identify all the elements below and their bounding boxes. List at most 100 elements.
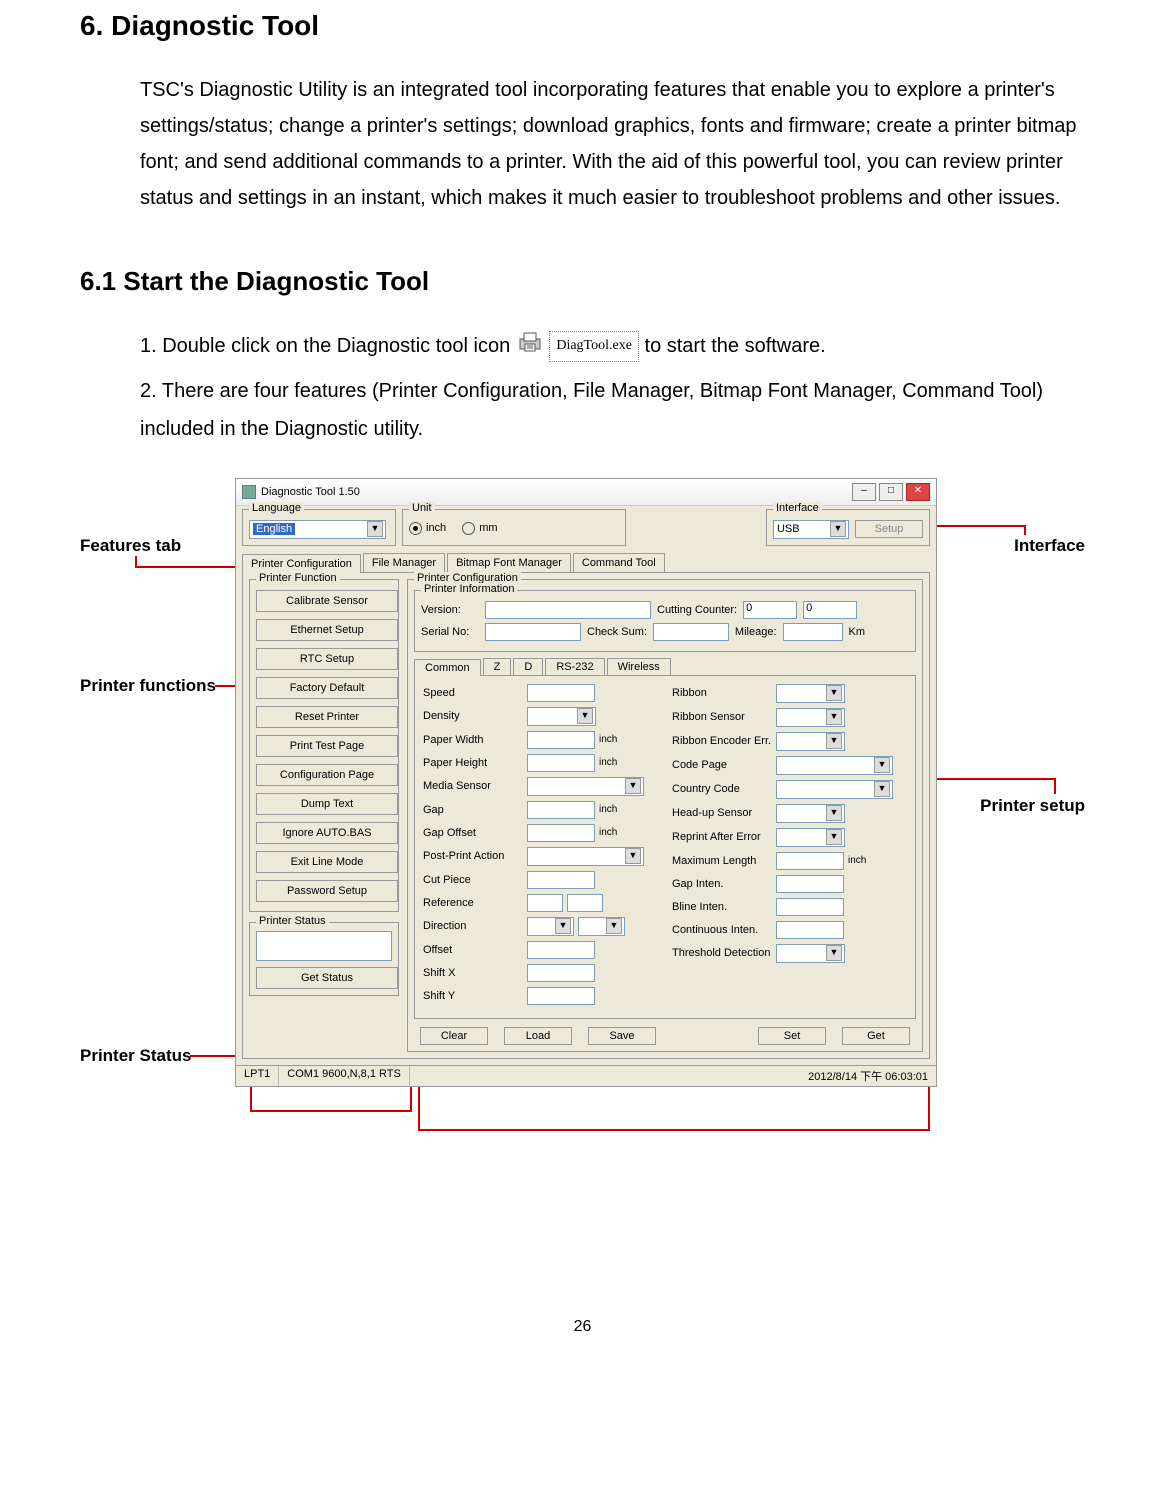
app-icon (242, 485, 256, 499)
combo-input[interactable]: ▼ (776, 804, 845, 823)
func-button[interactable]: Dump Text (256, 793, 398, 815)
tab-command-tool[interactable]: Command Tool (573, 553, 665, 572)
page-number: 26 (80, 1318, 1085, 1336)
text-input[interactable] (527, 684, 595, 702)
combo-input[interactable]: ▼ (527, 917, 574, 936)
interface-group: Interface USB▼ Setup (766, 509, 930, 546)
text-input[interactable] (527, 871, 595, 889)
subtab-rs232[interactable]: RS-232 (545, 658, 604, 675)
text-input[interactable] (776, 852, 844, 870)
clear-button[interactable]: Clear (420, 1027, 488, 1045)
text-input[interactable] (527, 894, 563, 912)
func-button[interactable]: Factory Default (256, 677, 398, 699)
tab-file-manager[interactable]: File Manager (363, 553, 445, 572)
func-button[interactable]: Print Test Page (256, 735, 398, 757)
text-input[interactable] (567, 894, 603, 912)
text-input[interactable] (527, 987, 595, 1005)
combo-input[interactable]: ▼ (776, 780, 893, 799)
minimize-button[interactable]: – (852, 483, 876, 501)
combo-input[interactable]: ▼ (578, 917, 625, 936)
tab-printer-configuration[interactable]: Printer Configuration (242, 554, 361, 573)
chevron-down-icon: ▼ (826, 733, 842, 749)
unit-label: inch (599, 804, 617, 815)
chevron-down-icon: ▼ (826, 685, 842, 701)
chevron-down-icon: ▼ (874, 757, 890, 773)
subtab-wireless[interactable]: Wireless (607, 658, 671, 675)
tab-bitmap-font-manager[interactable]: Bitmap Font Manager (447, 553, 571, 572)
text-input[interactable] (527, 824, 595, 842)
field-label: Shift X (423, 967, 523, 979)
interface-label: Interface (773, 502, 822, 514)
status-bar: LPT1 COM1 9600,N,8,1 RTS 2012/8/14 下午 06… (236, 1065, 936, 1086)
subtab-common[interactable]: Common (414, 659, 481, 676)
printer-information-group: Printer Information Version: Cutting Cou… (414, 590, 916, 652)
close-button[interactable]: ✕ (906, 483, 930, 501)
status-display (256, 931, 392, 961)
status-com: COM1 9600,N,8,1 RTS (279, 1066, 410, 1086)
cutting-counter-label: Cutting Counter: (657, 604, 737, 616)
func-button[interactable]: Ignore AUTO.BAS (256, 822, 398, 844)
maximize-button[interactable]: □ (879, 483, 903, 501)
chevron-down-icon: ▼ (826, 945, 842, 961)
cutting-counter-field-1: 0 (743, 601, 797, 619)
combo-input[interactable]: ▼ (776, 944, 845, 963)
text-input[interactable] (776, 898, 844, 916)
chevron-down-icon: ▼ (826, 805, 842, 821)
subtab-z[interactable]: Z (483, 658, 512, 675)
chevron-down-icon: ▼ (625, 778, 641, 794)
unit-inch-radio[interactable]: inch (409, 522, 446, 535)
interface-combo[interactable]: USB▼ (773, 520, 849, 539)
func-button[interactable]: Configuration Page (256, 764, 398, 786)
combo-input[interactable]: ▼ (776, 732, 845, 751)
printer-function-group: Printer Function Calibrate SensorEtherne… (249, 579, 399, 912)
text-input[interactable] (527, 964, 595, 982)
unit-label: Unit (409, 502, 435, 514)
language-combo[interactable]: English▼ (249, 520, 386, 539)
text-input[interactable] (776, 875, 844, 893)
func-button[interactable]: Exit Line Mode (256, 851, 398, 873)
field-label: Head-up Sensor (672, 807, 772, 819)
text-input[interactable] (776, 921, 844, 939)
field-label: Density (423, 710, 523, 722)
get-button[interactable]: Get (842, 1027, 910, 1045)
window-title: Diagnostic Tool 1.50 (261, 486, 360, 498)
combo-input[interactable]: ▼ (776, 684, 845, 703)
combo-input[interactable]: ▼ (527, 777, 644, 796)
save-button[interactable]: Save (588, 1027, 656, 1045)
set-button[interactable]: Set (758, 1027, 826, 1045)
subtab-d[interactable]: D (513, 658, 543, 675)
load-button[interactable]: Load (504, 1027, 572, 1045)
combo-input[interactable]: ▼ (776, 828, 845, 847)
func-button[interactable]: Calibrate Sensor (256, 590, 398, 612)
printer-function-label: Printer Function (256, 572, 340, 584)
title-bar: Diagnostic Tool 1.50 – □ ✕ (236, 479, 936, 506)
unit-label: inch (599, 827, 617, 838)
get-status-button[interactable]: Get Status (256, 967, 398, 989)
text-input[interactable] (527, 754, 595, 772)
combo-input[interactable]: ▼ (527, 707, 596, 726)
text-input[interactable] (527, 731, 595, 749)
func-button[interactable]: Reset Printer (256, 706, 398, 728)
combo-input[interactable]: ▼ (527, 847, 644, 866)
callout-printer-functions: Printer functions (80, 676, 216, 696)
combo-input[interactable]: ▼ (776, 756, 893, 775)
status-port: LPT1 (236, 1066, 279, 1086)
config-panel: SpeedDensity▼Paper WidthinchPaper Height… (414, 675, 916, 1019)
combo-input[interactable]: ▼ (776, 708, 845, 727)
text-input[interactable] (527, 801, 595, 819)
main-tabs: Printer Configuration File Manager Bitma… (242, 553, 930, 572)
setup-button[interactable]: Setup (855, 520, 923, 538)
unit-label: inch (599, 734, 617, 745)
text-input[interactable] (527, 941, 595, 959)
language-group: Language English▼ (242, 509, 396, 546)
chevron-down-icon: ▼ (367, 521, 383, 537)
field-label: Direction (423, 920, 523, 932)
unit-mm-radio[interactable]: mm (462, 522, 497, 535)
field-label: Post-Print Action (423, 850, 523, 862)
func-button[interactable]: RTC Setup (256, 648, 398, 670)
chevron-down-icon: ▼ (625, 848, 641, 864)
func-button[interactable]: Password Setup (256, 880, 398, 902)
func-button[interactable]: Ethernet Setup (256, 619, 398, 641)
printer-configuration-group: Printer Configuration Printer Informatio… (407, 579, 923, 1052)
callout-features-tab: Features tab (80, 536, 181, 556)
